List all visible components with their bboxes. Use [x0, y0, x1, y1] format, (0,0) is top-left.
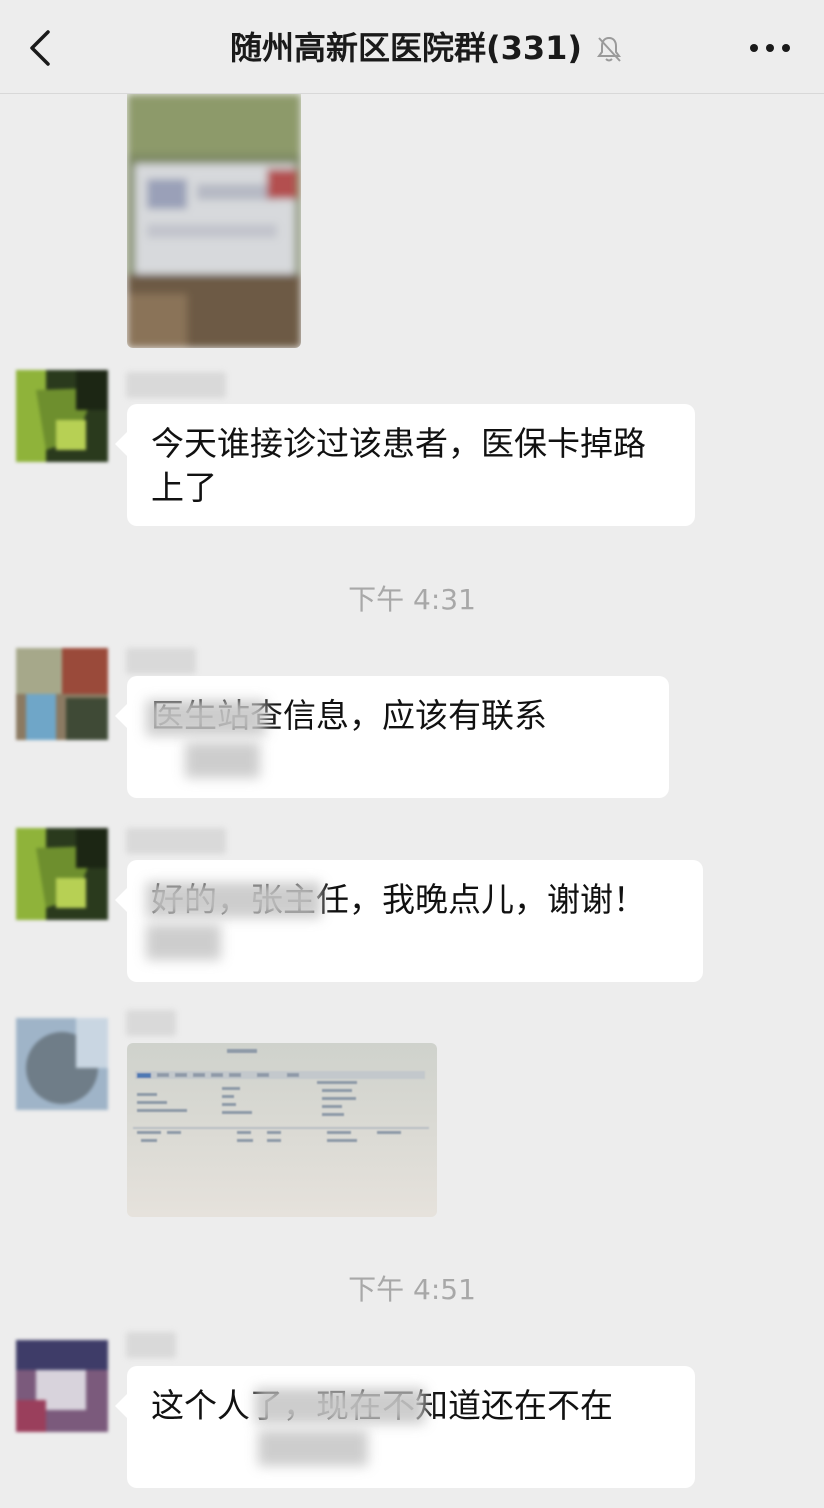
message-text: 今天谁接诊过该患者，医保卡掉路上了 [151, 424, 646, 507]
redaction-blur [146, 924, 221, 960]
timestamp: 下午 4:51 [348, 1273, 476, 1306]
photo-card [127, 94, 301, 348]
image-message[interactable] [127, 1043, 437, 1217]
timestamp: 下午 4:31 [348, 583, 476, 616]
sender-name [126, 1332, 176, 1358]
avatar[interactable] [16, 648, 108, 740]
redaction-blur [146, 882, 321, 918]
text-message-bubble[interactable]: 医生站查信息，应该有联系 [115, 676, 669, 798]
text-message-bubble[interactable]: 这个人了，现在不知道还在不在 [115, 1366, 695, 1488]
avatar[interactable] [16, 1340, 108, 1432]
chevron-left-icon[interactable] [24, 28, 60, 68]
bell-muted-icon [597, 36, 621, 62]
sender-name [126, 828, 226, 854]
redaction-blur [146, 700, 266, 736]
avatar[interactable] [16, 370, 108, 462]
redaction-blur [185, 742, 260, 778]
sender-name [126, 1010, 176, 1036]
image-message[interactable] [127, 94, 301, 348]
sender-name [126, 372, 226, 398]
avatar[interactable] [16, 828, 108, 920]
more-dots-icon[interactable] [748, 40, 792, 56]
redaction-blur [255, 1388, 425, 1424]
avatar[interactable] [16, 1018, 108, 1110]
photo-screen [127, 1043, 437, 1217]
sender-name [126, 648, 196, 674]
chat-header: 随州高新区医院群(331) [0, 0, 824, 94]
text-message-bubble[interactable]: 今天谁接诊过该患者，医保卡掉路上了 [115, 404, 695, 526]
redaction-blur [258, 1430, 368, 1466]
chat-title: 随州高新区医院群(331) [230, 29, 583, 67]
text-message-bubble[interactable]: 好的，张主任，我晚点儿，谢谢！ [115, 860, 703, 982]
